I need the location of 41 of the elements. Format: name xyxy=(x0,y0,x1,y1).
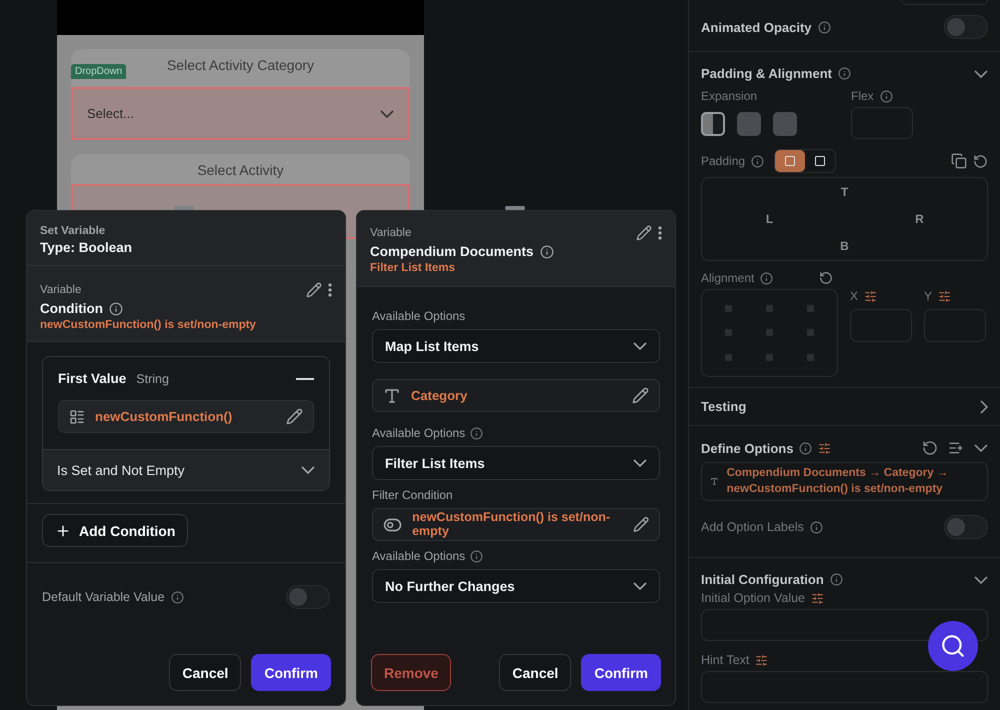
card-title: Select Activity Category xyxy=(166,57,314,73)
variable-name: Condition xyxy=(40,301,103,316)
field-value: Category xyxy=(411,388,468,403)
function-name: newCustomFunction() xyxy=(95,409,232,424)
field-label: Add Option Labels xyxy=(701,520,804,534)
field-label: Padding xyxy=(701,154,746,168)
section-label: Variable xyxy=(370,227,412,239)
field-label: Available Options xyxy=(372,309,466,323)
widget-tag: DropDown xyxy=(71,64,126,79)
card-title: Select Activity xyxy=(197,162,284,178)
field-label: Flex xyxy=(851,89,874,103)
variable-name: Compendium Documents xyxy=(370,244,534,259)
dialog-heading: Set Variable xyxy=(40,225,106,237)
field-label: Default Variable Value xyxy=(42,590,165,604)
section-title: Testing xyxy=(701,399,746,414)
field-label: Hint Text xyxy=(701,653,750,668)
side-label: T xyxy=(840,184,848,199)
field-label: Available Options xyxy=(372,426,466,440)
field-label: Expansion xyxy=(701,89,758,103)
field-label: Y xyxy=(924,289,932,303)
dropdown-value: Select... xyxy=(87,106,134,121)
side-label: L xyxy=(766,212,774,226)
variable-subtitle: Filter List Items xyxy=(370,262,456,274)
value-label: First Value xyxy=(58,371,126,386)
section-label: Variable xyxy=(40,284,82,296)
condition-value: newCustomFunction() is set/non-empty xyxy=(412,510,612,538)
side-label: R xyxy=(915,212,924,226)
field-label: Filter Condition xyxy=(372,488,453,502)
field-label: X xyxy=(850,289,858,303)
options-value: Compendium Documents → Category → newCustomFunction() is set/non-empty xyxy=(726,466,950,497)
side-label: B xyxy=(840,239,849,254)
field-label: Initial Option Value xyxy=(701,591,805,606)
section-title: Initial Configuration xyxy=(701,572,824,588)
section-title: Padding & Alignment xyxy=(701,66,832,81)
section-title: Define Options xyxy=(701,440,794,456)
field-label: Alignment xyxy=(701,271,754,285)
value-type: String xyxy=(136,372,169,386)
variable-value: newCustomFunction() is set/non-empty xyxy=(40,319,257,331)
variable-type: Type: Boolean xyxy=(40,240,134,255)
property-label: Animated Opacity xyxy=(701,20,812,34)
field-label: Available Options xyxy=(372,549,466,563)
